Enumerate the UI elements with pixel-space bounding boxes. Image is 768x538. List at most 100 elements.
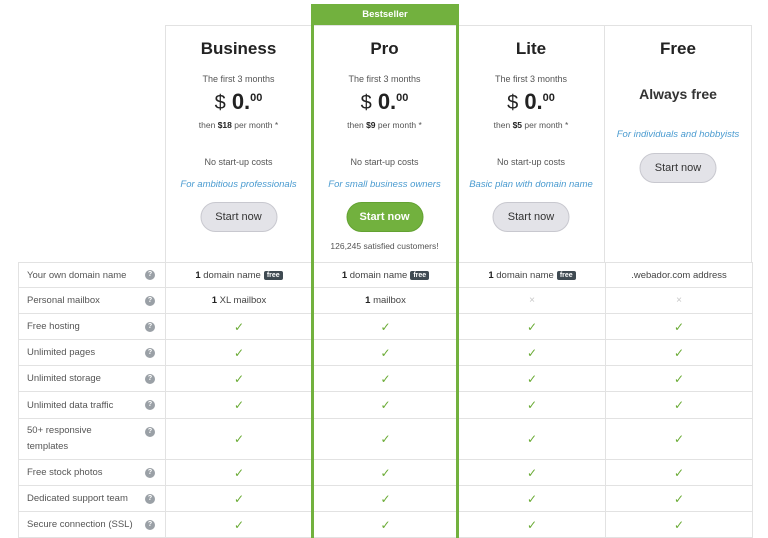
help-icon[interactable]: ?	[145, 347, 155, 358]
feature-value: ✓	[458, 418, 606, 460]
feature-value: ×	[458, 287, 606, 314]
free-badge: free	[263, 270, 283, 280]
feature-value: ×	[605, 287, 753, 314]
feature-label-text: Unlimited storage	[27, 373, 101, 384]
help-icon[interactable]: ?	[145, 519, 155, 530]
plan-price: $ 0.00	[166, 89, 311, 115]
feature-label: Unlimited pages?	[18, 339, 166, 366]
feature-label-text: Free stock photos	[27, 467, 103, 478]
cross-icon: ×	[676, 295, 682, 306]
plan-tagline: For individuals and hobbyists	[616, 129, 740, 140]
price-decimal: 00	[396, 92, 409, 104]
domain-text: domain name	[493, 269, 554, 281]
check-icon: ✓	[526, 319, 538, 334]
plan-tagline: For small business owners	[328, 179, 441, 190]
feature-label-text: Secure connection (SSL)	[27, 519, 133, 530]
check-icon: ✓	[673, 398, 685, 412]
check-icon: ✓	[673, 345, 685, 360]
plan-renewal-price: then $5 per month *	[458, 120, 604, 130]
feature-value: ✓	[605, 365, 753, 392]
start-now-button[interactable]: Start now	[639, 153, 717, 183]
table-row: Personal mailbox? 1 XL mailbox 1 mailbox…	[18, 287, 753, 314]
table-row: Unlimited pages? ✓ ✓ ✓ ✓	[18, 339, 753, 366]
start-now-button[interactable]: Start now	[492, 202, 570, 232]
feature-value: ✓	[458, 459, 606, 486]
feature-value: 1 domain name free	[165, 262, 313, 288]
feature-value: ✓	[165, 511, 313, 538]
check-icon: ✓	[380, 432, 391, 446]
check-icon: ✓	[673, 491, 685, 506]
feature-value: ✓	[458, 339, 606, 366]
check-icon: ✓	[233, 371, 245, 386]
check-icon: ✓	[380, 345, 391, 360]
start-now-button[interactable]: Start now	[200, 202, 277, 232]
check-icon: ✓	[233, 319, 245, 334]
feature-value: ✓	[605, 339, 753, 366]
feature-value: ✓	[312, 511, 459, 538]
help-icon[interactable]: ?	[145, 427, 155, 437]
feature-value: 1 XL mailbox	[165, 287, 313, 314]
help-icon[interactable]: ?	[145, 295, 155, 306]
price-integer: 0.	[377, 89, 397, 114]
plan-price: $ 0.00	[312, 89, 457, 115]
feature-value: ✓	[165, 339, 313, 366]
feature-value: 1 domain name free	[312, 262, 459, 288]
table-row: 50+ responsive templates? ✓ ✓ ✓ ✓	[18, 418, 753, 460]
table-row: Free stock photos? ✓ ✓ ✓ ✓	[18, 459, 753, 486]
feature-label: Free stock photos?	[18, 459, 166, 486]
feature-value: ✓	[605, 418, 753, 460]
check-icon: ✓	[526, 398, 538, 412]
help-icon[interactable]: ?	[145, 321, 155, 332]
feature-value: ✓	[458, 485, 606, 512]
help-icon[interactable]: ?	[145, 270, 155, 280]
feature-value: ✓	[165, 391, 313, 419]
feature-label-text: Personal mailbox	[27, 295, 100, 306]
check-icon: ✓	[526, 517, 538, 532]
currency-symbol: $	[360, 92, 372, 114]
currency-symbol: $	[214, 92, 226, 114]
check-icon: ✓	[526, 345, 538, 360]
plan-lite: Lite The first 3 months $ 0.00 then $5 p…	[458, 25, 605, 262]
plan-price-text: Always free	[639, 86, 717, 102]
plan-name: Business	[200, 39, 277, 58]
feature-value: ✓	[312, 418, 459, 460]
check-icon: ✓	[673, 432, 685, 446]
renewal-suffix: per month *	[375, 120, 422, 130]
feature-value: 1 mailbox	[312, 287, 459, 314]
feature-label: Unlimited storage?	[18, 365, 166, 392]
feature-label: Unlimited data traffic?	[18, 391, 166, 419]
feature-value: .webador.com address	[605, 262, 753, 288]
domain-text: domain name	[347, 269, 408, 281]
feature-label: Your own domain name?	[18, 262, 166, 288]
feature-value: ✓	[165, 365, 313, 392]
feature-value: ✓	[458, 391, 606, 419]
plan-intro-period: The first 3 months	[494, 74, 568, 84]
feature-label-text: Unlimited data traffic	[27, 399, 114, 411]
help-icon[interactable]: ?	[145, 493, 155, 504]
check-icon: ✓	[380, 371, 391, 386]
check-icon: ✓	[380, 517, 391, 532]
bestseller-banner: Bestseller	[311, 4, 459, 26]
currency-symbol: $	[507, 92, 519, 114]
cross-icon: ×	[529, 295, 535, 306]
renewal-amount: $18	[217, 120, 232, 130]
check-icon: ✓	[673, 371, 685, 386]
no-startup-costs: No start-up costs	[350, 157, 419, 167]
feature-value: ✓	[312, 313, 459, 340]
feature-label-text: Your own domain name	[27, 269, 127, 281]
plan-business: Business The first 3 months $ 0.00 then …	[165, 25, 312, 262]
plan-renewal-price: then $9 per month *	[312, 120, 457, 130]
start-now-button[interactable]: Start now	[346, 202, 423, 232]
help-icon[interactable]: ?	[145, 400, 155, 410]
feature-label-text: Free hosting	[27, 321, 80, 332]
help-icon[interactable]: ?	[145, 373, 155, 384]
mailbox-text: XL mailbox	[217, 295, 267, 306]
feature-value: ✓	[165, 459, 313, 486]
renewal-amount: $5	[512, 120, 523, 130]
plan-renewal-price: then $18 per month *	[166, 120, 311, 130]
feature-value: 1 domain name free	[458, 262, 606, 288]
help-icon[interactable]: ?	[145, 467, 155, 478]
no-startup-costs: No start-up costs	[496, 157, 566, 167]
feature-label-text: Unlimited pages	[27, 347, 96, 358]
check-icon: ✓	[380, 398, 391, 412]
